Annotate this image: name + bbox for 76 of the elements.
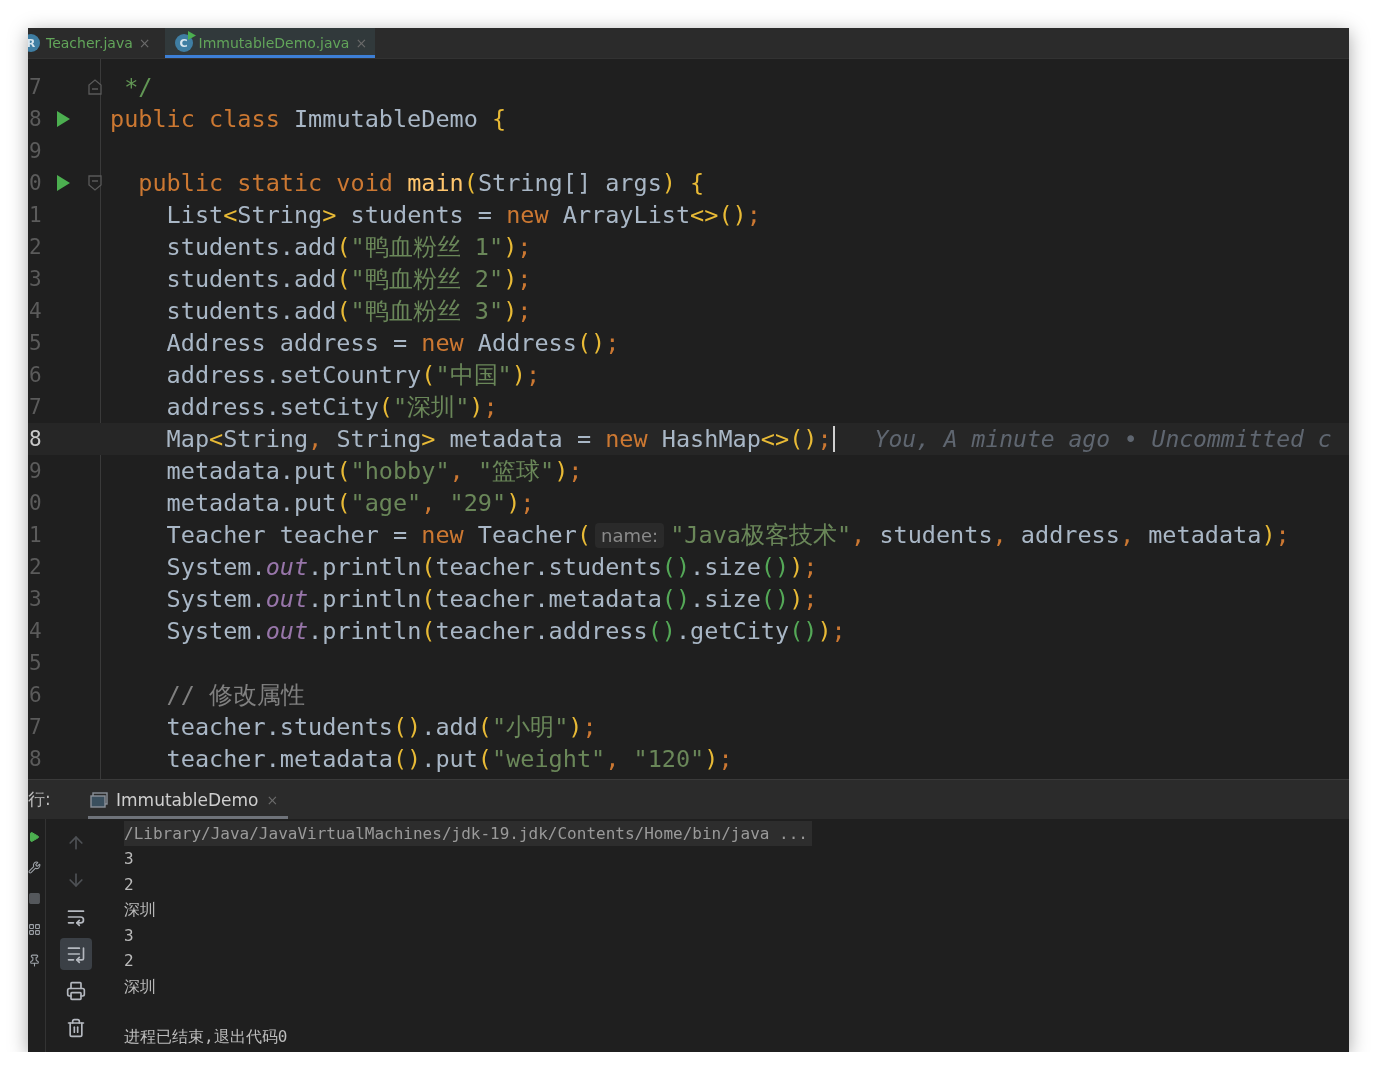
line-number: 8 [28, 107, 43, 131]
line-number: 8 [28, 427, 43, 451]
parameter-hint: name: [595, 522, 665, 548]
pin-icon[interactable] [28, 954, 41, 967]
code-text: students.add("鸭血粉丝 1"); [165, 232, 532, 263]
line-number: 4 [28, 299, 43, 323]
line-number: 2 [28, 235, 43, 259]
console-output: 3 [124, 848, 134, 870]
line-number: 8 [28, 747, 43, 771]
code-text: // 修改属性 [165, 680, 306, 711]
print-icon [66, 981, 86, 1001]
code-text: List<String> students = new ArrayList<>(); [165, 201, 761, 229]
code-text: address.setCity("深圳"); [165, 392, 498, 423]
code-text: teacher.students().add("小明"); [165, 712, 597, 743]
code-text: Teacher teacher = new Teacher( [165, 521, 592, 549]
line-number: 7 [28, 715, 43, 739]
line-number: 5 [28, 651, 43, 675]
code-text: Address address = new Address(); [165, 329, 620, 357]
run-tab[interactable]: ImmutableDemo × [88, 780, 289, 819]
line-number: 4 [28, 619, 43, 643]
line-number: 6 [28, 363, 43, 387]
line-number: 1 [28, 523, 43, 547]
file-tab[interactable]: R Teacher.java × [28, 28, 159, 58]
close-icon[interactable]: × [138, 35, 151, 51]
line-number: 3 [28, 587, 43, 611]
console-output: 2 [124, 873, 134, 896]
tab-label: ImmutableDemo.java [198, 35, 350, 51]
line-number: 0 [28, 491, 43, 515]
wrench-icon[interactable] [28, 861, 41, 874]
console-command: /Library/Java/JavaVirtualMachines/jdk-19.jdk/Contents/Home/bin/java ... [124, 821, 812, 846]
file-type-icon: R [28, 34, 40, 52]
line-number: 5 [28, 331, 43, 355]
run-label: 行: [28, 788, 52, 811]
line-number: 0 [28, 171, 43, 195]
tab-label: Teacher.java [46, 35, 133, 51]
console-output: 深圳 [124, 899, 156, 921]
code-text: System.out.println(teacher.students().size()); [165, 553, 818, 581]
line-number: 9 [28, 139, 43, 163]
code-text: students.add("鸭血粉丝 2"); [165, 264, 532, 295]
scroll-to-end-button[interactable] [60, 938, 92, 970]
code-text: "Java极客技术", students, address, metadata); [670, 520, 1290, 551]
console-output: 2 [124, 950, 134, 972]
trash-icon [66, 1018, 86, 1038]
code-text: students.add("鸭血粉丝 3"); [165, 296, 532, 327]
code-text: Map<String, String> metadata = new HashMap<>(); [165, 425, 832, 453]
layout-icon[interactable] [28, 923, 41, 936]
code-text: teacher.metadata().put("weight", "120"); [165, 745, 733, 773]
line-number: 7 [28, 75, 43, 99]
line-number: 6 [28, 683, 43, 707]
code-text: System.out.println(teacher.metadata().size()); [165, 585, 818, 613]
code-text: System.out.println(teacher.address().getCity()); [165, 617, 846, 645]
scroll-to-end-icon [66, 944, 86, 964]
code-text: address.setCountry("中国"); [165, 360, 541, 391]
file-tab[interactable]: C ImmutableDemo.java × [164, 28, 376, 58]
blame-annotation: You, A minute ago • Uncommitted c [874, 426, 1332, 452]
code-text: */ [123, 73, 153, 101]
line-number: 7 [28, 395, 43, 419]
console-window-icon [90, 791, 108, 808]
exit-message: 进程已结束,退出代码0 [124, 1026, 288, 1048]
line-number: 2 [28, 555, 43, 579]
run-icon[interactable] [56, 175, 70, 191]
console-output: 深圳 [124, 975, 156, 998]
code-text: public class ImmutableDemo { [110, 105, 507, 133]
console-output: 3 [124, 924, 134, 947]
close-icon[interactable]: × [266, 791, 279, 808]
file-type-icon: C [174, 34, 193, 52]
run-icon[interactable] [56, 111, 70, 127]
code-text: public static void main(String[] args) { [137, 169, 705, 197]
line-number: 1 [28, 203, 43, 227]
code-text: metadata.put("hobby", "篮球"); [165, 456, 583, 487]
line-number: 9 [28, 459, 43, 483]
close-icon[interactable]: × [355, 35, 368, 51]
soft-wrap-icon [66, 907, 86, 927]
code-text: metadata.put("age", "29"); [165, 489, 535, 517]
play-icon[interactable] [28, 831, 40, 843]
line-number: 3 [28, 267, 43, 291]
